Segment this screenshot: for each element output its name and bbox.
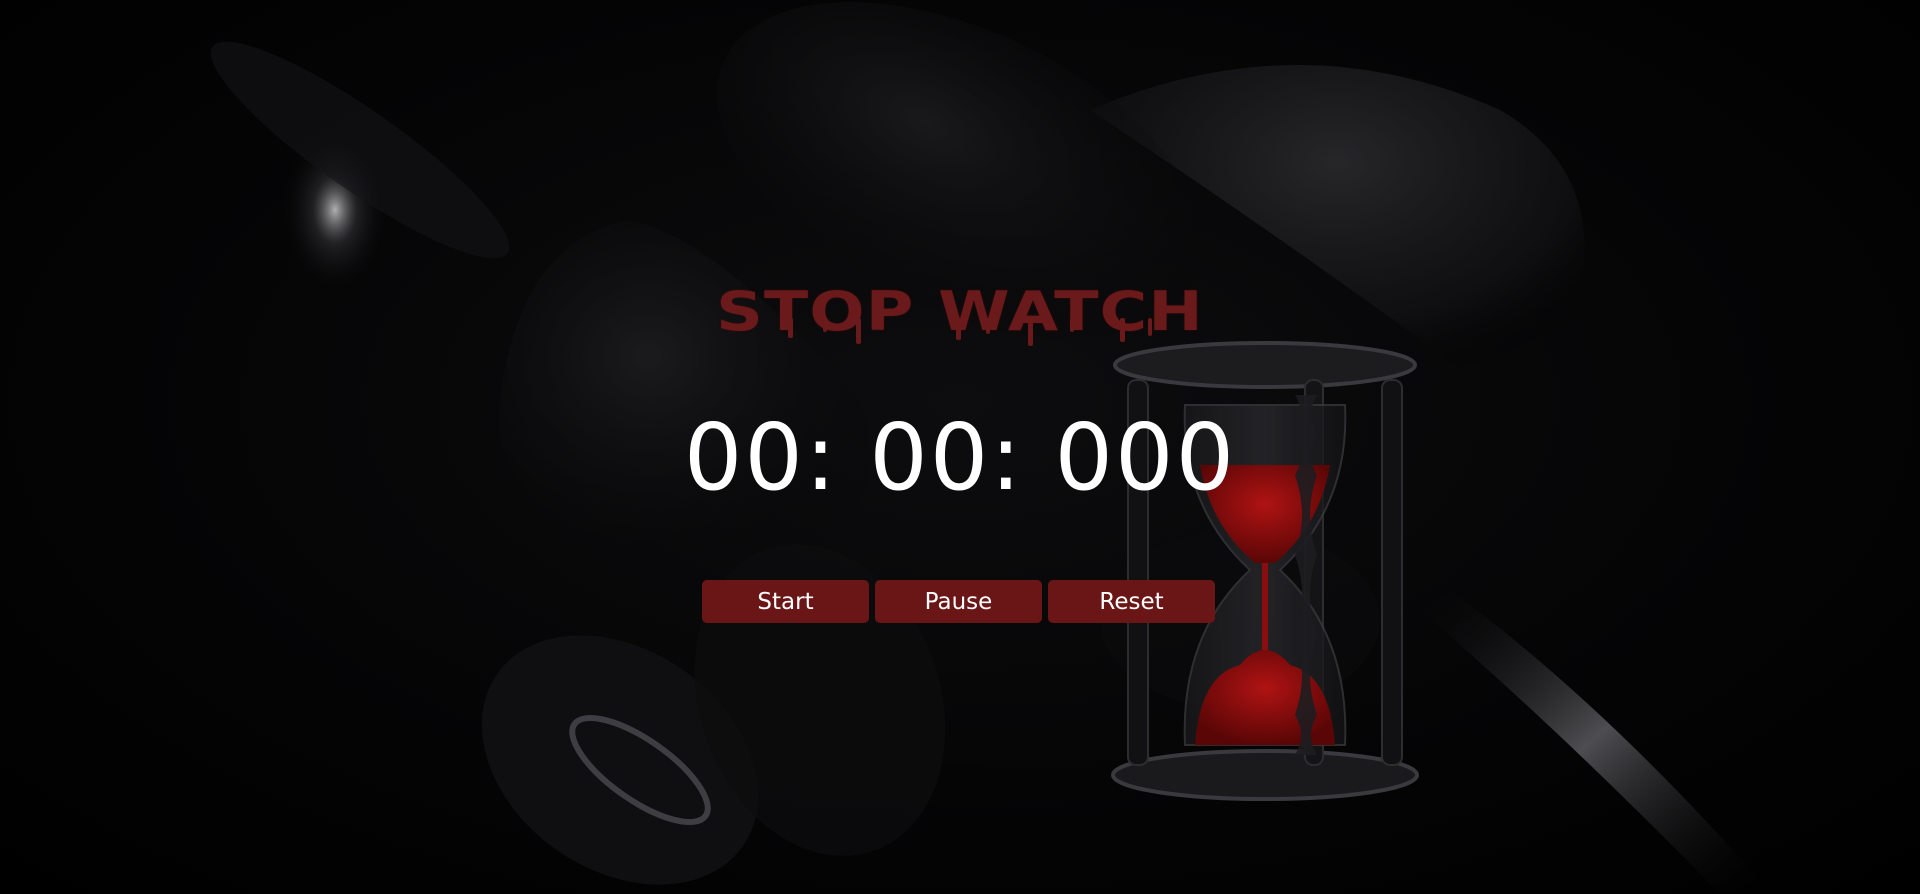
title-drip-decoration [788, 318, 1152, 346]
pause-button[interactable]: Pause [875, 580, 1042, 623]
reset-button[interactable]: Reset [1048, 580, 1215, 623]
control-buttons: Start Pause Reset [702, 580, 1215, 623]
timer-display: 00: 00: 000 [683, 404, 1237, 511]
start-button[interactable]: Start [702, 580, 869, 623]
stopwatch-app: STOP WATCH 00: 00: 000 Start Pause Reset [0, 0, 1920, 894]
